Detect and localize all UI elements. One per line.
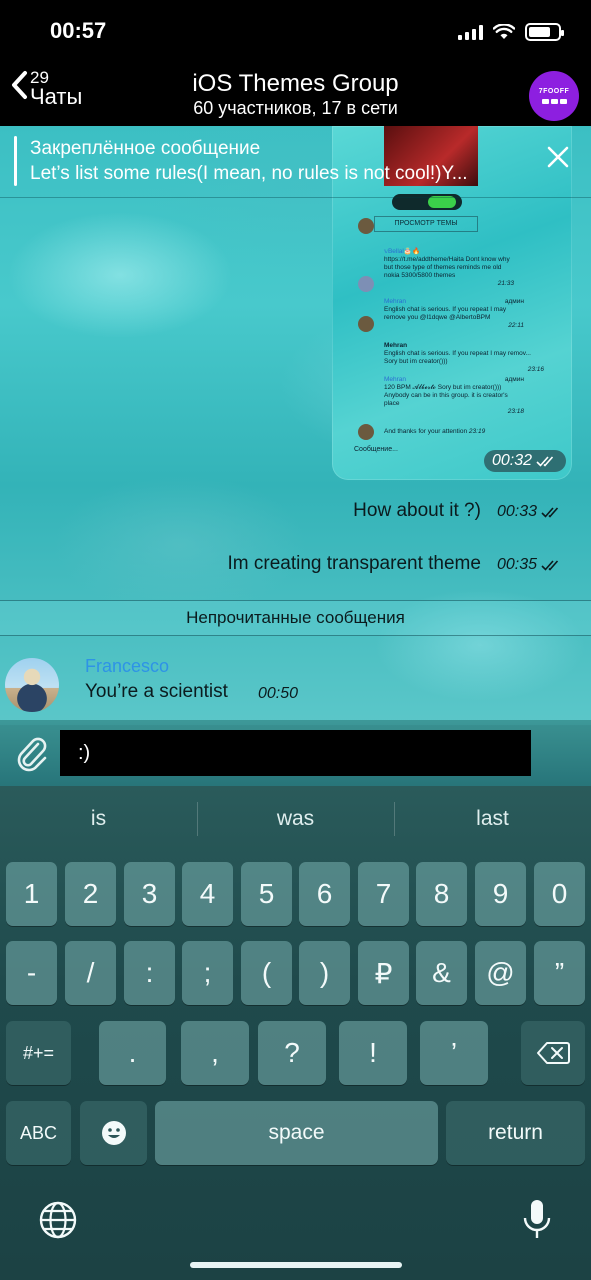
key-4[interactable]: 4	[182, 862, 233, 926]
key-question[interactable]: ?	[258, 1021, 326, 1085]
mini-message-5: And thanks for your attention 23:19	[384, 428, 486, 435]
backspace-icon	[537, 1042, 570, 1064]
unread-messages-divider: Непрочитанные сообщения	[0, 600, 591, 636]
key-period[interactable]: .	[99, 1021, 166, 1085]
key-7[interactable]: 7	[358, 862, 409, 926]
pinned-text: Let’s list some rules(I mean, no rules i…	[30, 163, 468, 184]
key-8[interactable]: 8	[416, 862, 467, 926]
suggestion-item[interactable]: last	[394, 786, 591, 852]
key-2[interactable]: 2	[65, 862, 116, 926]
space-key[interactable]: space	[155, 1101, 438, 1165]
battery-icon	[525, 23, 564, 41]
message-text: Im creating transparent theme	[227, 553, 481, 574]
key-3[interactable]: 3	[124, 862, 175, 926]
chat-title[interactable]: iOS Themes Group	[0, 70, 591, 98]
status-icons	[458, 22, 564, 42]
chat-subtitle[interactable]: 60 участников, 17 в сети	[0, 98, 591, 119]
message-input[interactable]: :)	[60, 730, 531, 776]
message-meta: 00:33	[497, 503, 563, 521]
read-checks-icon	[536, 456, 554, 467]
image-message-time: 00:32	[483, 450, 566, 472]
key-hyphen[interactable]: -	[6, 941, 57, 1005]
key-close-paren[interactable]: )	[299, 941, 350, 1005]
keyboard: is was last 1 2 3 4 5 6 7 8 9 0 - / : ; …	[0, 786, 591, 1280]
top-bar: 00:57 29 Чаты iOS Themes Group 60 участн…	[0, 0, 591, 126]
mini-message-1: 𝕧Bellal🎂🔥 https://t.me/addtheme/Haita Do…	[384, 248, 514, 287]
key-slash[interactable]: /	[65, 941, 116, 1005]
key-5[interactable]: 5	[241, 862, 292, 926]
outgoing-message[interactable]: How about it ?) 00:33	[353, 500, 563, 522]
outgoing-message[interactable]: Im creating transparent theme 00:35	[227, 553, 563, 575]
message-text: You’re a scientist	[85, 681, 228, 702]
message-time: 00:35	[496, 556, 537, 573]
mini-avatar	[358, 316, 374, 332]
return-key[interactable]: return	[446, 1101, 585, 1165]
key-semicolon[interactable]: ;	[182, 941, 233, 1005]
pinned-title: Закреплённое сообщение	[30, 138, 261, 159]
group-avatar-text: 7FOOFF	[538, 88, 570, 95]
mini-message-3: Mehran English chat is serious. If you r…	[384, 342, 544, 373]
read-checks-icon	[541, 560, 559, 571]
emoji-key[interactable]	[80, 1101, 147, 1165]
paperclip-icon[interactable]	[14, 734, 50, 774]
mini-avatar	[358, 218, 374, 234]
suggestion-item[interactable]: is	[0, 786, 197, 852]
key-at[interactable]: @	[475, 941, 526, 1005]
group-avatar[interactable]: 7FOOFF	[529, 71, 579, 121]
mini-message-input: Сообщение...	[354, 446, 398, 453]
delete-key[interactable]	[521, 1021, 585, 1085]
read-checks-icon	[541, 507, 559, 518]
key-0[interactable]: 0	[534, 862, 585, 926]
globe-icon[interactable]	[38, 1200, 78, 1240]
close-icon[interactable]	[545, 144, 571, 170]
message-time: 00:50	[258, 685, 299, 702]
key-exclamation[interactable]: !	[339, 1021, 407, 1085]
key-1[interactable]: 1	[6, 862, 57, 926]
mini-view-theme-button: ПРОСМОТР ТЕМЫ	[374, 216, 478, 232]
pinned-message[interactable]: Закреплённое сообщение Let’s list some r…	[0, 126, 591, 198]
cellular-signal-icon	[458, 24, 483, 40]
key-abc[interactable]: ABC	[6, 1101, 71, 1165]
mini-message-4: Mehran админ 120 BPM 𝓐𝓵𝓫𝓮𝓻𝓽𝓸 Sory but im…	[384, 376, 524, 415]
wifi-icon	[493, 24, 515, 39]
incoming-message[interactable]: Francesco You’re a scientist 00:50	[0, 650, 591, 720]
key-more-symbols[interactable]: #+=	[6, 1021, 71, 1085]
pinned-accent-bar	[14, 136, 17, 186]
microphone-icon[interactable]	[522, 1198, 552, 1242]
mini-message-2: Mehran админ English chat is serious. If…	[384, 298, 524, 329]
key-9[interactable]: 9	[475, 862, 526, 926]
mini-avatar	[358, 276, 374, 292]
key-open-paren[interactable]: (	[241, 941, 292, 1005]
key-quote[interactable]: ”	[534, 941, 585, 1005]
key-ruble[interactable]: ₽	[358, 941, 409, 1005]
message-meta: 00:35	[497, 556, 563, 574]
emoji-icon	[101, 1121, 126, 1145]
sender-name[interactable]: Francesco	[85, 656, 169, 677]
mini-avatar	[358, 424, 374, 440]
key-6[interactable]: 6	[299, 862, 350, 926]
key-colon[interactable]: :	[124, 941, 175, 1005]
message-time: 00:33	[496, 503, 537, 520]
suggestion-bar: is was last	[0, 786, 591, 852]
suggestion-item[interactable]: was	[197, 786, 394, 852]
key-comma[interactable]: ,	[181, 1021, 249, 1085]
key-ampersand[interactable]: &	[416, 941, 467, 1005]
avatar[interactable]	[5, 658, 59, 712]
avatar-decoration	[541, 99, 567, 104]
home-indicator[interactable]	[190, 1262, 402, 1268]
message-text: How about it ?)	[353, 500, 481, 521]
message-composer: :)	[0, 720, 591, 786]
key-apostrophe[interactable]: ’	[420, 1021, 488, 1085]
status-time: 00:57	[50, 18, 107, 43]
